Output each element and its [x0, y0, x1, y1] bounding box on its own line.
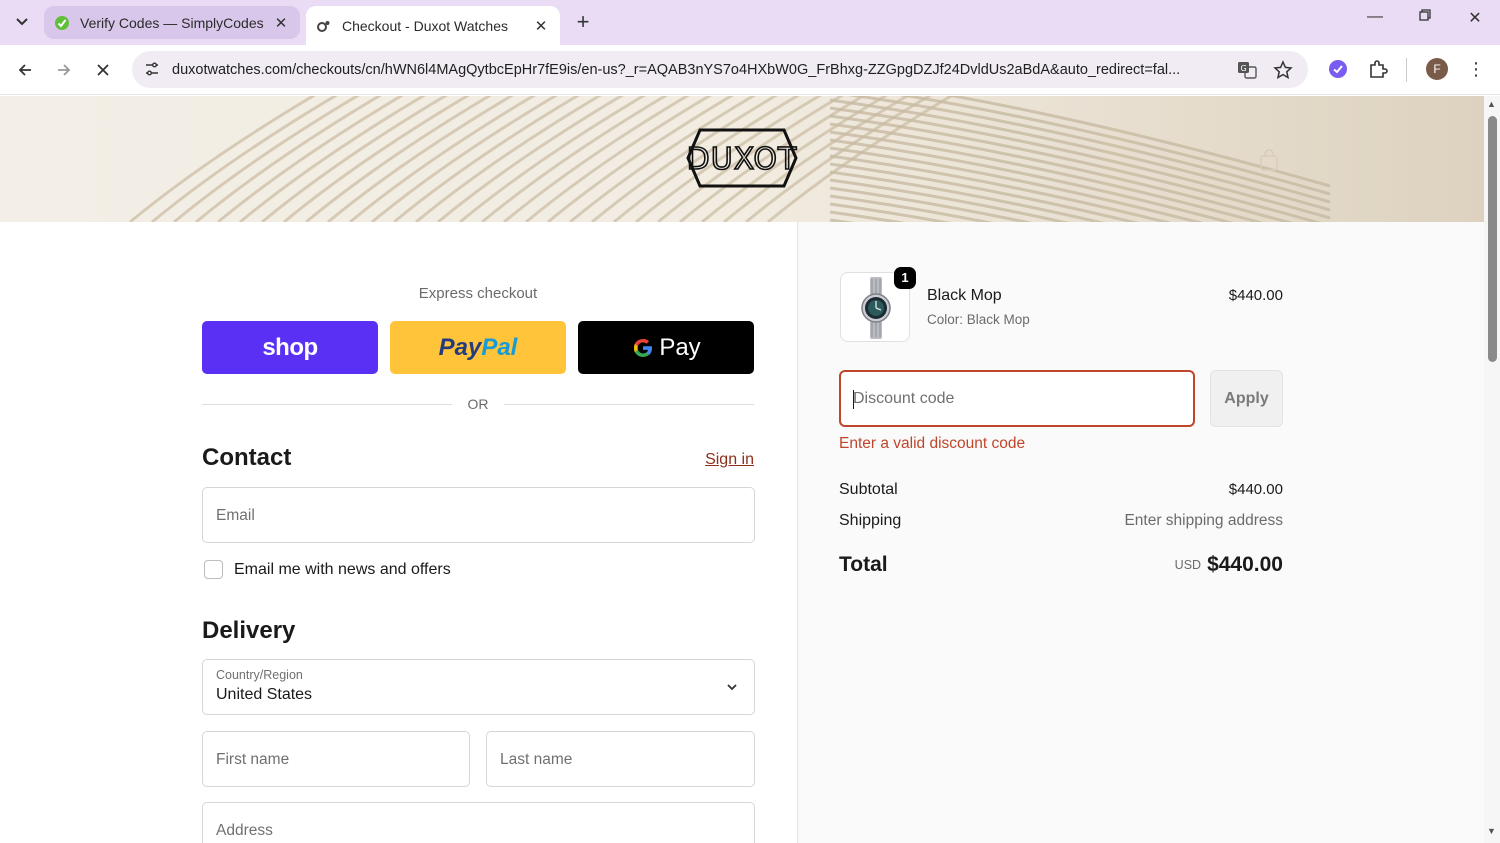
scroll-down-arrow-icon[interactable]: ▼: [1487, 826, 1496, 836]
browser-toolbar: duxotwatches.com/checkouts/cn/hWN6l4MAgQ…: [0, 45, 1500, 95]
divider-left: [202, 404, 452, 405]
shipping-label: Shipping: [839, 512, 902, 529]
duxot-logo[interactable]: DUXOT: [686, 124, 798, 192]
restore-icon: [1419, 9, 1431, 21]
google-g-icon: [634, 338, 653, 357]
arrow-right-icon: [58, 64, 71, 76]
paypal-logo: PayPal: [438, 333, 518, 361]
extensions-puzzle-icon[interactable]: [1367, 58, 1389, 80]
profile-avatar[interactable]: F: [1426, 58, 1448, 80]
stop-loading-button[interactable]: [90, 57, 116, 83]
product-variant: Color: Black Mop: [927, 312, 1030, 327]
forward-button[interactable]: [51, 57, 77, 83]
google-pay-button[interactable]: Pay: [578, 321, 754, 374]
product-price: $440.00: [1228, 287, 1283, 304]
email-placeholder: Email: [216, 507, 255, 524]
chevron-down-icon: [16, 18, 28, 26]
divider-right: [504, 404, 754, 405]
express-checkout-label: Express checkout: [418, 285, 538, 302]
country-label: Country/Region: [216, 668, 303, 682]
svg-text:DUXOT: DUXOT: [687, 142, 798, 177]
country-select[interactable]: Country/Region United States: [202, 659, 755, 715]
total-label: Total: [839, 553, 888, 576]
shop-pay-label: shop: [262, 333, 318, 361]
google-pay-label: Pay: [659, 333, 701, 361]
paypal-button[interactable]: PayPal: [390, 321, 566, 374]
chevron-down-icon: [727, 684, 737, 691]
last-name-placeholder: Last name: [500, 751, 573, 768]
new-tab-button[interactable]: +: [570, 9, 596, 35]
subtotal-value: $440.00: [1228, 481, 1283, 498]
delivery-heading: Delivery: [202, 617, 296, 644]
loading-favicon-icon: [317, 20, 330, 32]
tab-title: Verify Codes — SimplyCodes: [80, 14, 264, 31]
country-value: United States: [216, 686, 313, 703]
arrow-left-icon: [18, 64, 31, 76]
first-name-placeholder: First name: [216, 751, 290, 768]
shopping-bag-icon[interactable]: [1258, 148, 1280, 172]
tab-title: Checkout - Duxot Watches: [342, 17, 508, 34]
first-name-field[interactable]: First name: [202, 731, 470, 787]
url-text: duxotwatches.com/checkouts/cn/hWN6l4MAgQ…: [172, 61, 1181, 78]
tab-checkout[interactable]: Checkout - Duxot Watches ✕: [306, 6, 560, 45]
site-settings-icon: [146, 62, 158, 76]
shop-pay-button[interactable]: shop: [202, 321, 378, 374]
email-field[interactable]: Email: [202, 487, 755, 543]
shipping-value: Enter shipping address: [1124, 512, 1283, 529]
scroll-up-arrow-icon[interactable]: ▲: [1487, 99, 1496, 109]
close-window-button[interactable]: ✕: [1460, 8, 1490, 28]
tab-simplycodes[interactable]: Verify Codes — SimplyCodes ✕: [44, 6, 300, 39]
scrollbar-thumb[interactable]: [1488, 116, 1497, 362]
apply-discount-button[interactable]: Apply: [1210, 370, 1283, 427]
total-value: $440.00: [1207, 553, 1283, 576]
subtotal-label: Subtotal: [839, 481, 898, 498]
total-amount: USD $440.00: [1040, 553, 1283, 577]
or-label: OR: [467, 396, 489, 412]
text-caret: [853, 390, 854, 409]
minimize-button[interactable]: —: [1360, 8, 1390, 26]
address-bar[interactable]: duxotwatches.com/checkouts/cn/hWN6l4MAgQ…: [132, 51, 1308, 88]
address-placeholder: Address: [216, 822, 273, 839]
translate-icon[interactable]: G: [1237, 60, 1257, 80]
svg-text:G: G: [1241, 64, 1247, 73]
address-field[interactable]: Address: [202, 802, 755, 843]
browser-menu-icon[interactable]: ⋮: [1466, 58, 1486, 80]
toolbar-divider: [1406, 58, 1407, 82]
tab-search-button[interactable]: [8, 8, 36, 36]
newsletter-checkbox[interactable]: [204, 560, 223, 579]
back-button[interactable]: [12, 57, 38, 83]
close-tab-icon[interactable]: ✕: [532, 17, 550, 35]
discount-placeholder: Discount code: [853, 390, 955, 407]
simplycodes-favicon-icon: [55, 15, 69, 30]
total-currency: USD: [1174, 558, 1202, 572]
product-name: Black Mop: [927, 287, 1002, 304]
restore-button[interactable]: [1410, 8, 1440, 26]
discount-code-input[interactable]: Discount code: [839, 370, 1195, 427]
extension-simplycodes-icon[interactable]: [1327, 58, 1349, 80]
newsletter-label: Email me with news and offers: [234, 561, 451, 578]
tab-strip: Verify Codes — SimplyCodes ✕ Checkout - …: [0, 0, 1500, 45]
quantity-badge: 1: [894, 267, 916, 289]
close-icon: [97, 64, 109, 76]
discount-error-message: Enter a valid discount code: [839, 435, 1026, 452]
contact-heading: Contact: [202, 444, 292, 471]
close-tab-icon[interactable]: ✕: [272, 14, 290, 32]
bookmark-star-icon[interactable]: [1273, 60, 1293, 80]
last-name-field[interactable]: Last name: [486, 731, 755, 787]
sign-in-link[interactable]: Sign in: [700, 451, 754, 469]
